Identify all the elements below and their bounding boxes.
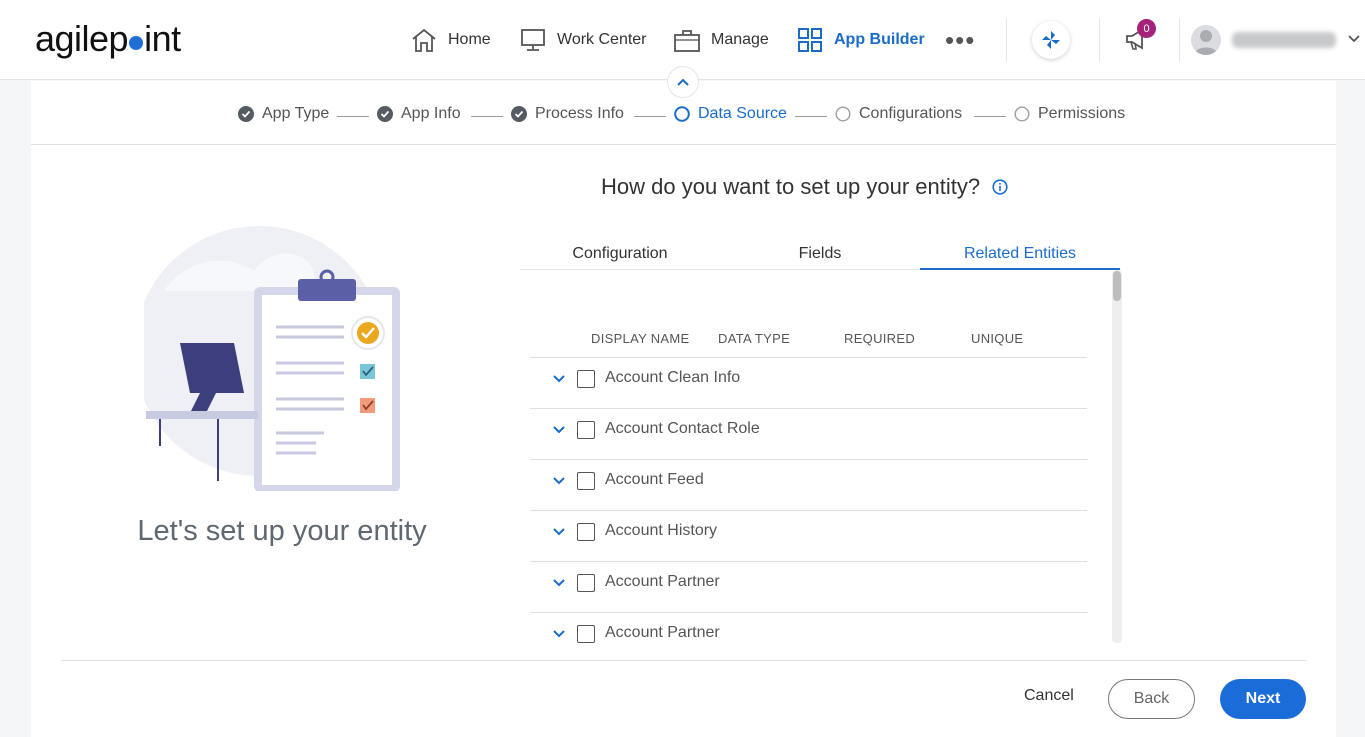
column-display-name: DISPLAY NAME [591,331,690,346]
notification-badge: 0 [1137,19,1156,38]
chevron-down-icon[interactable] [552,425,566,435]
wizard-panel: App Type App Info Process Info Data Sour… [31,81,1336,737]
logo-text-end: int [144,18,181,59]
setup-tagline: Let's set up your entity [137,515,427,547]
nav-manage-label: Manage [711,31,769,48]
tab-fields[interactable]: Fields [720,239,920,270]
nav-app-builder-label: App Builder [834,31,925,48]
check-circle-icon [238,106,254,122]
entity-name: Account History [605,522,718,539]
divider [1099,18,1100,62]
chevron-down-icon[interactable] [552,629,566,639]
grid-icon [798,28,822,52]
nav-app-builder[interactable]: App Builder [796,26,925,54]
row-checkbox[interactable] [577,421,595,439]
entity-tabs: Configuration Fields Related Entities [520,239,1120,270]
entity-name: Account Contact Role [605,420,760,437]
step-data-source[interactable]: Data Source [674,105,787,123]
chevron-down-icon[interactable] [552,374,566,384]
step-connector [471,116,503,117]
step-label: Process Info [535,105,624,122]
step-label: Permissions [1038,105,1126,122]
table-row: Account History [530,511,1087,562]
nav-home-label: Home [448,31,491,48]
tab-configuration[interactable]: Configuration [520,239,720,270]
collapse-header-button[interactable] [667,66,699,98]
monitor-icon [521,29,545,51]
check-circle-icon [377,106,393,122]
logo-dot [129,36,144,50]
question-text: How do you want to set up your entity? [601,174,981,199]
row-checkbox[interactable] [577,370,595,388]
nav-home[interactable]: Home [410,26,491,54]
step-connector [974,116,1006,117]
related-entities-table: DISPLAY NAME DATA TYPE REQUIRED UNIQUE A… [530,321,1087,664]
column-required: REQUIRED [844,331,916,346]
step-connector [337,116,369,117]
username-redacted[interactable] [1232,32,1336,48]
nav-work-center[interactable]: Work Center [519,26,647,54]
table-row: Account Contact Role [530,409,1087,460]
home-icon [412,28,436,52]
chevron-down-icon[interactable] [552,527,566,537]
step-label: Data Source [698,105,787,122]
step-app-type[interactable]: App Type [238,105,329,123]
step-configurations[interactable]: Configurations [835,105,962,123]
table-row: Account Clean Info [530,358,1087,409]
divider [1006,18,1007,62]
logo-text-start: agilep [35,18,129,59]
chevron-down-icon[interactable] [1347,33,1361,45]
avatar[interactable] [1191,25,1221,55]
footer-divider [61,660,1306,661]
step-app-info[interactable]: App Info [377,105,461,123]
row-checkbox[interactable] [577,523,595,541]
column-data-type: DATA TYPE [718,331,791,346]
scrollbar-track[interactable] [1112,270,1122,643]
tab-related-entities[interactable]: Related Entities [920,239,1120,270]
launcher-button[interactable] [1032,21,1070,59]
step-process-info[interactable]: Process Info [511,105,624,123]
entity-name: Account Partner [605,624,720,641]
cancel-button[interactable]: Cancel [1024,687,1074,705]
scrollbar-thumb[interactable] [1113,271,1121,301]
row-checkbox[interactable] [577,625,595,643]
nav-work-center-label: Work Center [557,31,647,48]
step-connector [634,116,666,117]
table-row: Account Partner [530,562,1087,613]
pinwheel-icon [1042,31,1060,49]
entity-setup-question: How do you want to set up your entity? [601,174,1008,200]
info-icon[interactable] [992,179,1008,195]
divider [1179,18,1180,62]
step-label: Configurations [859,105,963,122]
entity-name: Account Clean Info [605,369,741,386]
back-button[interactable]: Back [1108,679,1195,719]
user-icon [1194,30,1218,55]
nav-manage[interactable]: Manage [673,26,769,54]
pending-step-circle-icon [1014,106,1030,122]
entity-name: Account Partner [605,573,720,590]
chevron-up-icon [677,78,689,86]
row-checkbox[interactable] [577,472,595,490]
chevron-down-icon[interactable] [552,476,566,486]
check-circle-icon [511,106,527,122]
table-header: DISPLAY NAME DATA TYPE REQUIRED UNIQUE [530,321,1087,358]
entity-setup-illustration [144,226,400,491]
current-step-circle-icon [674,106,690,122]
more-menu-icon[interactable]: ••• [945,27,975,53]
table-row: Account Feed [530,460,1087,511]
chevron-down-icon[interactable] [552,578,566,588]
row-checkbox[interactable] [577,574,595,592]
briefcase-icon [674,30,700,52]
next-button[interactable]: Next [1220,679,1306,719]
pending-step-circle-icon [835,106,851,122]
column-unique: UNIQUE [971,331,1024,346]
table-row: Account Partner [530,613,1087,664]
agilepoint-logo[interactable]: agilep int [35,18,181,60]
step-label: App Type [262,105,330,122]
step-connector [795,116,827,117]
entity-name: Account Feed [605,471,704,488]
step-permissions[interactable]: Permissions [1014,105,1125,123]
step-label: App Info [401,105,461,122]
